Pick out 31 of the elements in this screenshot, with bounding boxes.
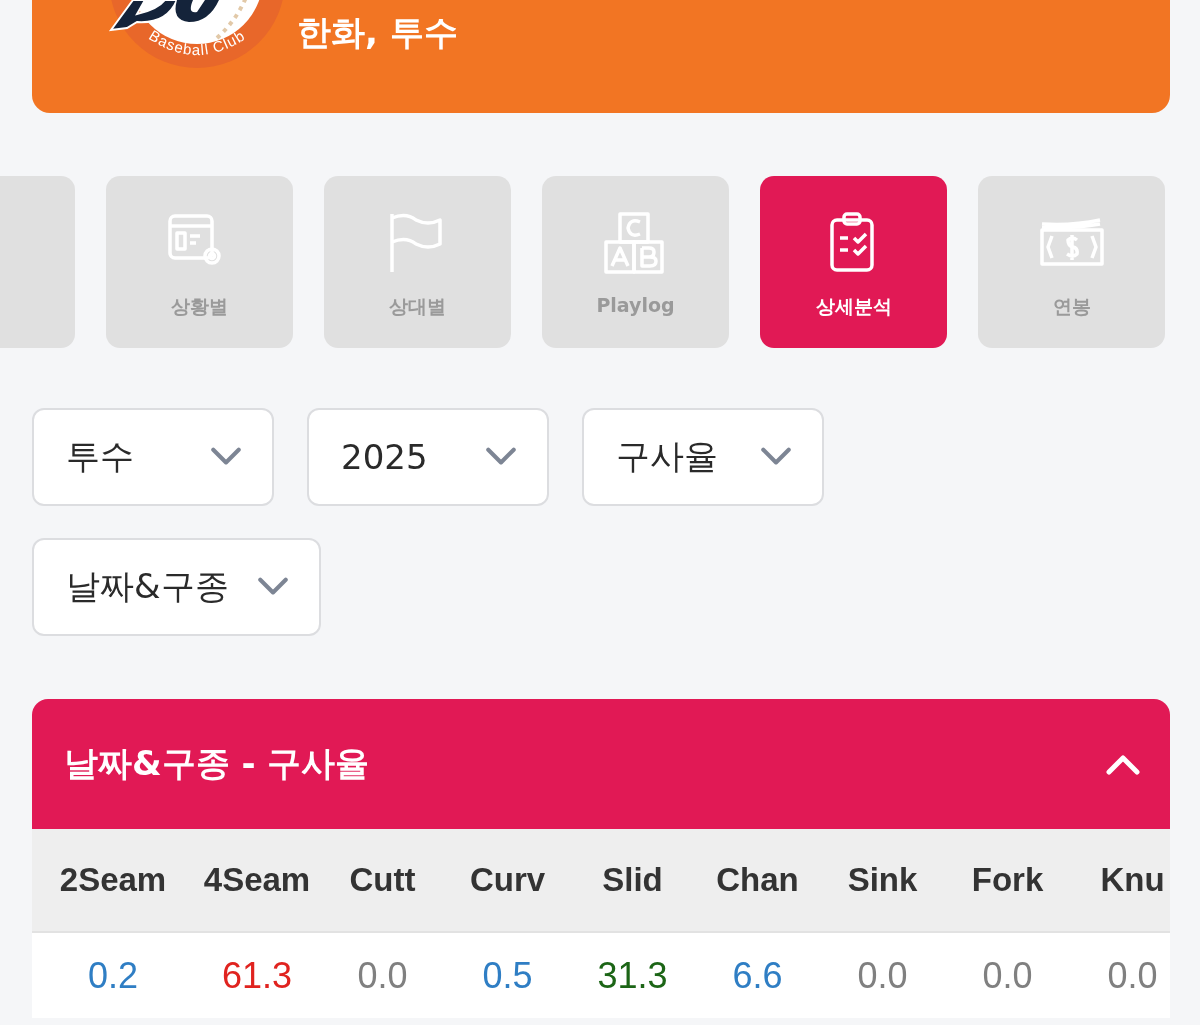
column-header: Chan — [715, 860, 800, 900]
table-cell-text: 0.5 — [481, 953, 534, 998]
section-title: 날짜&구종 - 구사율 — [64, 742, 370, 785]
column-header: 2Seam — [58, 860, 168, 900]
section-header[interactable]: 날짜&구종 - 구사율 — [32, 699, 1170, 829]
table-cell-text: 31.3 — [596, 953, 669, 998]
column-header: Curv — [468, 860, 547, 900]
column-header: Slid — [601, 860, 664, 900]
table-cell-text: 6.6 — [731, 953, 784, 998]
chevron-down-icon — [210, 447, 242, 467]
dropdown[interactable]: 날짜&구종 — [32, 538, 321, 636]
table-cell-text: 61.3 — [220, 953, 294, 998]
column-header: Knu — [1099, 860, 1166, 900]
table-cell-text: 0.0 — [356, 953, 409, 998]
category-tab[interactable]: 상세분석 — [760, 176, 947, 348]
chevron-down-icon — [256, 577, 289, 597]
chevron-down-icon — [485, 447, 517, 467]
column-header: 4Seam — [202, 860, 312, 900]
table-cell-text: 0.0 — [856, 953, 909, 998]
table-cell-text: 0.0 — [1106, 953, 1159, 998]
column-header: Sink — [846, 860, 919, 900]
player-title: 한화, 투수 — [297, 11, 458, 54]
collapse-chevron-icon[interactable] — [1106, 753, 1140, 775]
dropdown[interactable]: 구사율 — [582, 408, 824, 506]
dropdown[interactable]: 2025 — [307, 408, 549, 506]
table-cell-text: 0.0 — [981, 953, 1034, 998]
dropdown[interactable]: 투수 — [32, 408, 274, 506]
table-cell-text: 0.2 — [86, 953, 139, 998]
chevron-down-icon — [760, 447, 792, 467]
column-header: Cutt — [348, 860, 417, 900]
column-header: Fork — [970, 860, 1045, 900]
